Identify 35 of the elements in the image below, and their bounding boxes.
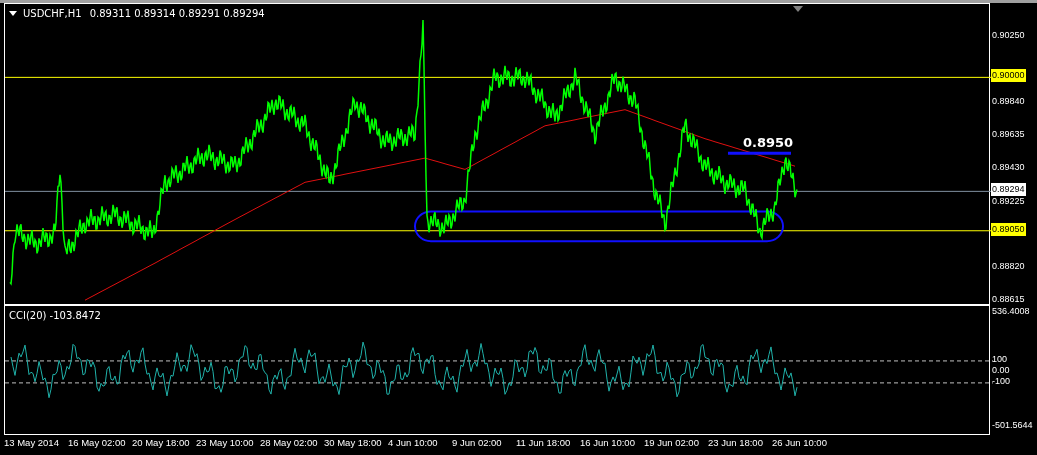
- cci-max-label: 536.4008: [991, 305, 1031, 318]
- price-tick-label: 0.89225: [991, 194, 1026, 208]
- time-label: 20 May 18:00: [132, 436, 191, 450]
- time-label: 30 May 18:00: [324, 436, 383, 450]
- price-tick-label: 0.88820: [991, 259, 1026, 273]
- price-tick-label: 0.89840: [991, 95, 1026, 109]
- resistance-line: [728, 151, 791, 155]
- symbol-label: USDCHF,H1: [23, 8, 82, 19]
- cci-min-label: -501.5644: [991, 419, 1034, 432]
- ohlc-values: 0.89311 0.89314 0.89291 0.89294: [89, 8, 265, 19]
- cci-level-label: -100: [991, 374, 1011, 388]
- shift-marker-icon[interactable]: [793, 6, 803, 12]
- price-tick-label: 0.90250: [991, 29, 1026, 42]
- time-label: 9 Jun 02:00: [452, 436, 503, 450]
- cci-level-label: 100: [991, 352, 1009, 366]
- time-label: 4 Jun 10:00: [388, 436, 439, 450]
- price-level-tag: 0.89294: [991, 183, 1026, 197]
- time-label: 16 May 02:00: [68, 436, 127, 450]
- dropdown-triangle-icon[interactable]: [9, 11, 17, 16]
- price-level-tag: 0.90000: [991, 69, 1026, 83]
- time-label: 23 May 10:00: [196, 436, 255, 450]
- time-label: 16 Jun 10:00: [580, 436, 636, 450]
- time-label: 23 Jun 18:00: [708, 436, 764, 450]
- price-tick-label: 0.89430: [991, 161, 1026, 175]
- cci-level-label: 0.00: [991, 363, 1011, 377]
- time-label: 28 May 02:00: [260, 436, 319, 450]
- price-annotation: 0.8950: [743, 135, 794, 151]
- time-label: 19 Jun 02:00: [644, 436, 700, 450]
- indicator-title: CCI(20) -103.8472: [9, 310, 101, 321]
- time-label: 11 Jun 18:00: [516, 436, 572, 450]
- price-tick-label: 0.89635: [991, 128, 1026, 142]
- price-tick-label: 0.88615: [991, 293, 1026, 306]
- price-level-tag: 0.89050: [991, 222, 1026, 236]
- time-label: 26 Jun 10:00: [772, 436, 828, 450]
- time-label: 13 May 2014: [4, 436, 60, 450]
